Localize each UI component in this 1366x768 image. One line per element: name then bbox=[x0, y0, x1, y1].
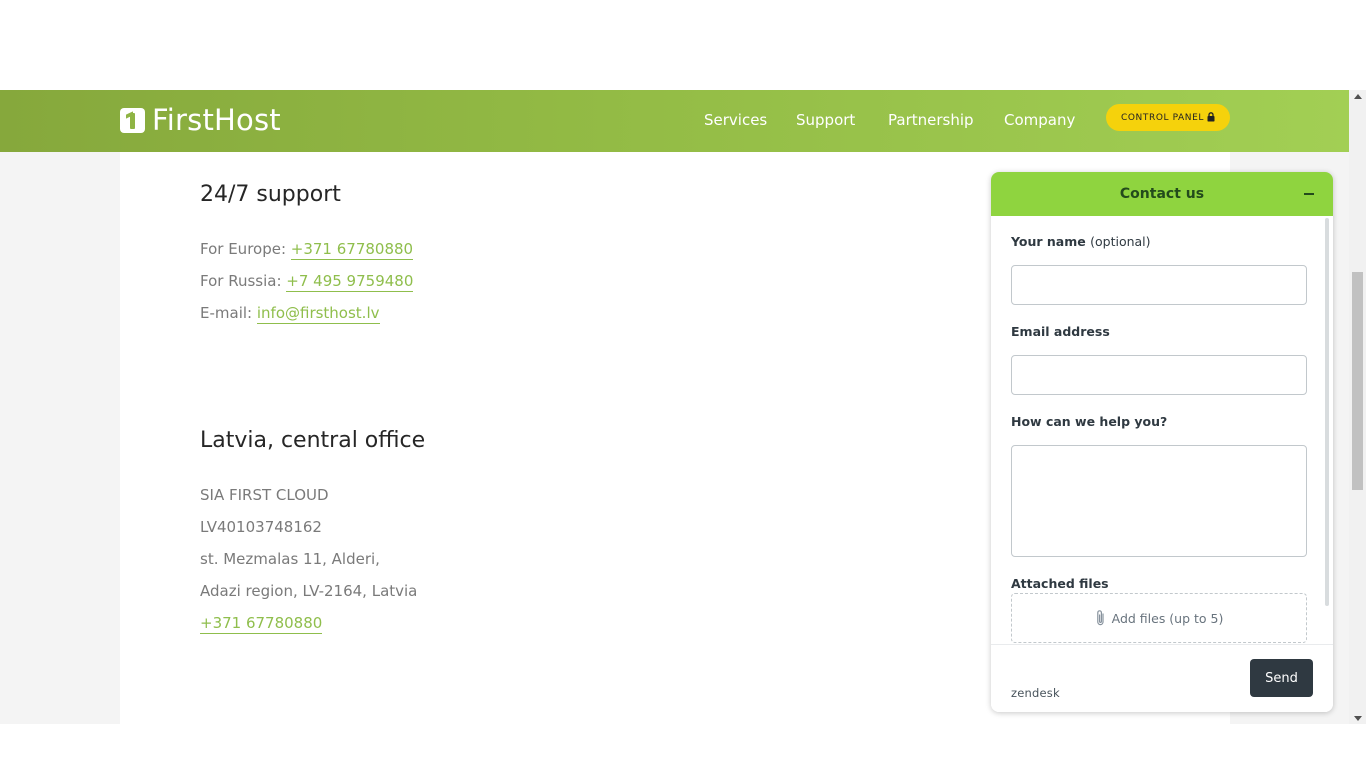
lock-icon bbox=[1207, 111, 1215, 121]
russia-label: For Russia: bbox=[200, 272, 287, 290]
nav-company[interactable]: Company bbox=[1004, 108, 1075, 132]
widget-scrollbar[interactable] bbox=[1325, 218, 1329, 606]
name-label: Your name (optional) bbox=[1011, 234, 1151, 249]
europe-label: For Europe: bbox=[200, 240, 291, 258]
zendesk-logo[interactable]: zendesk bbox=[1011, 686, 1060, 700]
control-panel-label: CONTROL PANEL bbox=[1120, 112, 1205, 123]
scroll-down-arrow-icon[interactable] bbox=[1349, 712, 1366, 724]
office-street: st. Mezmalas 11, Alderi, bbox=[200, 550, 380, 568]
support-title: 24/7 support bbox=[200, 182, 341, 207]
site-header: FirstHost Services Support Partnership C… bbox=[0, 90, 1349, 152]
name-optional: (optional) bbox=[1090, 234, 1151, 249]
nav-partnership[interactable]: Partnership bbox=[888, 108, 974, 132]
email-line: E-mail: info@firsthost.lv bbox=[200, 302, 380, 324]
scroll-up-arrow-icon[interactable] bbox=[1349, 90, 1366, 102]
control-panel-button[interactable]: CONTROL PANEL bbox=[1106, 104, 1230, 131]
add-files-button[interactable]: Add files (up to 5) bbox=[1011, 593, 1307, 643]
office-phone-link[interactable]: +371 67780880 bbox=[200, 614, 323, 634]
office-company: SIA FIRST CLOUD bbox=[200, 486, 329, 504]
minimize-icon[interactable] bbox=[1301, 186, 1317, 202]
widget-footer: zendesk Send bbox=[991, 644, 1333, 712]
email-link[interactable]: info@firsthost.lv bbox=[256, 304, 380, 324]
europe-phone-link[interactable]: +371 67780880 bbox=[290, 240, 414, 260]
russia-phone-line: For Russia: +7 495 9759480 bbox=[200, 270, 414, 292]
email-input[interactable] bbox=[1011, 355, 1307, 395]
add-files-label: Add files (up to 5) bbox=[1111, 610, 1224, 626]
name-input[interactable] bbox=[1011, 265, 1307, 305]
help-textarea[interactable] bbox=[1011, 445, 1307, 557]
send-button[interactable]: Send bbox=[1250, 659, 1313, 697]
help-label: How can we help you? bbox=[1011, 414, 1168, 429]
scroll-thumb[interactable] bbox=[1352, 272, 1363, 490]
attached-files-label: Attached files bbox=[1011, 576, 1109, 591]
russia-phone-link[interactable]: +7 495 9759480 bbox=[286, 272, 414, 292]
email-label: Email address bbox=[1011, 324, 1110, 339]
paperclip-icon bbox=[1096, 610, 1104, 626]
contact-widget: Contact us Your name (optional) Email ad… bbox=[991, 172, 1333, 712]
nav-support[interactable]: Support bbox=[796, 108, 855, 132]
europe-phone-line: For Europe: +371 67780880 bbox=[200, 238, 414, 260]
office-phone-line: +371 67780880 bbox=[200, 612, 323, 634]
page-scrollbar[interactable] bbox=[1349, 90, 1366, 724]
office-reg-no: LV40103748162 bbox=[200, 518, 322, 536]
widget-title: Contact us bbox=[1119, 186, 1205, 202]
widget-form: Your name (optional) Email address How c… bbox=[991, 216, 1333, 644]
nav-services[interactable]: Services bbox=[704, 108, 767, 132]
office-region: Adazi region, LV-2164, Latvia bbox=[200, 582, 418, 600]
widget-header: Contact us bbox=[991, 172, 1333, 216]
office-title: Latvia, central office bbox=[200, 428, 426, 453]
email-label: E-mail: bbox=[200, 304, 257, 322]
